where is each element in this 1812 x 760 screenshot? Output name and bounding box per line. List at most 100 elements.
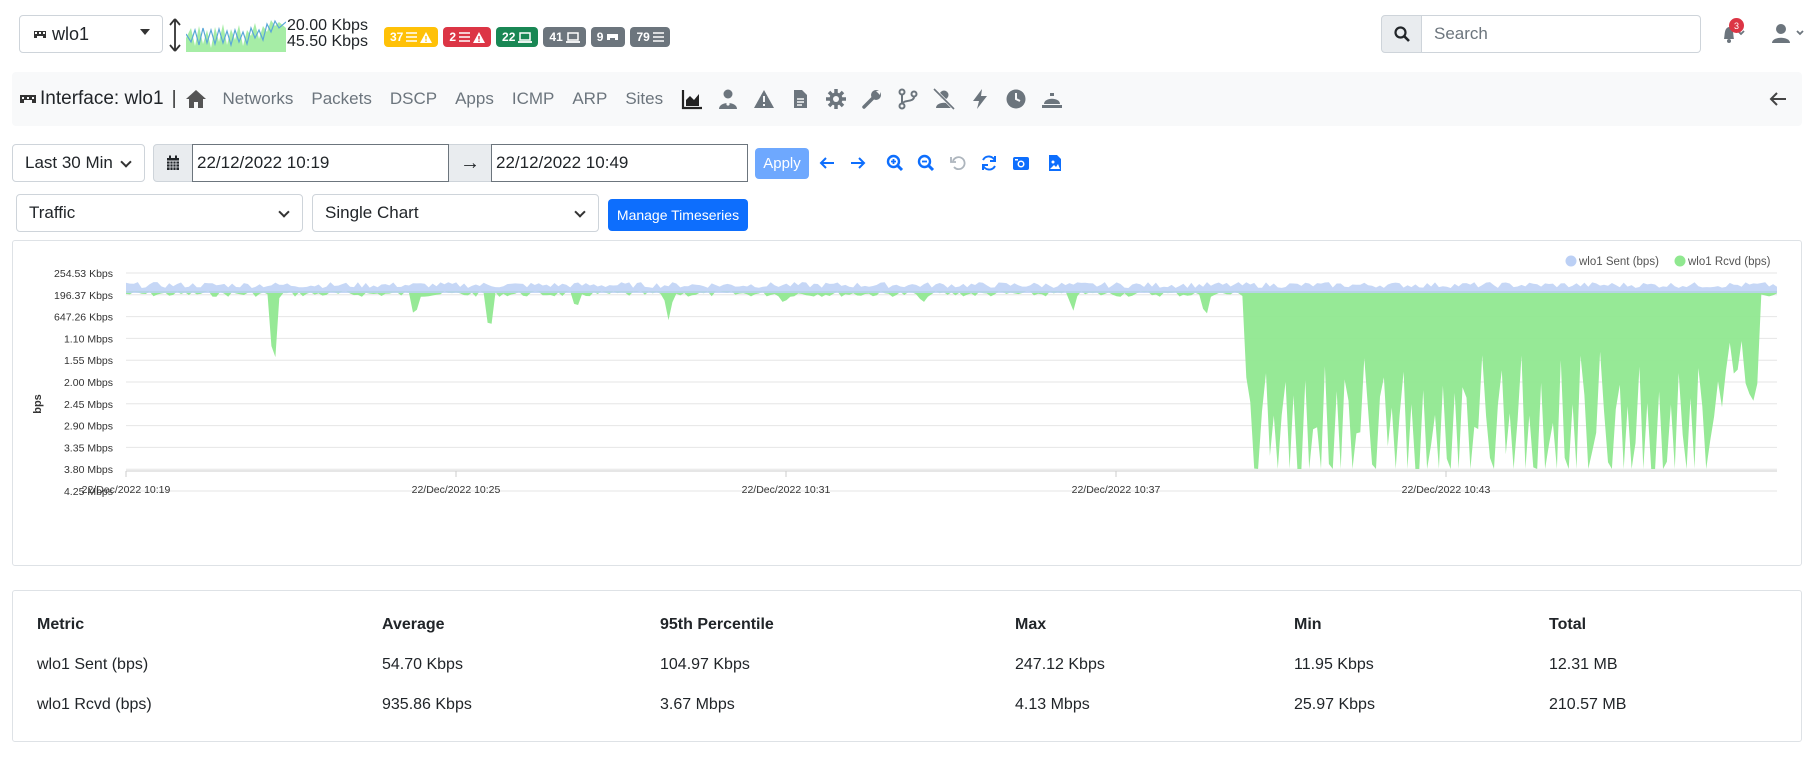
- error-alerts-badge[interactable]: 2: [443, 27, 492, 47]
- up-down-arrow-icon: [169, 18, 181, 52]
- warning-alerts-badge[interactable]: 37: [384, 27, 439, 47]
- zoom-out-icon[interactable]: [917, 154, 935, 172]
- nav-dscp[interactable]: DSCP: [390, 89, 437, 109]
- laptop-icon: [565, 31, 580, 43]
- y-tick-label: 1.55 Mbps: [64, 355, 113, 367]
- interface-select[interactable]: wlo1: [19, 15, 163, 53]
- interface-nav: Interface: wlo1 | Networks Packets DSCP …: [12, 72, 1802, 126]
- user-icon[interactable]: [1770, 22, 1806, 44]
- devices-badge[interactable]: 9: [590, 27, 626, 47]
- search-input[interactable]: [1422, 15, 1701, 53]
- chart-layout-select[interactable]: Single Chart: [312, 194, 599, 232]
- warning-icon[interactable]: [753, 88, 775, 110]
- calendar-icon: [167, 155, 179, 170]
- search-icon: [1393, 26, 1410, 42]
- rate-up: 20.00 Kbps: [287, 17, 368, 34]
- top-bar: wlo1 20.00 Kbps 45.50 Kbps 37 2 22 41 9 …: [0, 0, 1812, 70]
- manage-timeseries-button[interactable]: Manage Timeseries: [608, 199, 748, 231]
- start-date-input[interactable]: 22/12/2022 10:19: [192, 144, 449, 182]
- arrow-right-icon[interactable]: [849, 154, 867, 172]
- x-tick-label: 22/Dec/2022 10:37: [1072, 484, 1161, 496]
- range-arrow: →: [449, 144, 491, 182]
- user-slash-icon[interactable]: [933, 88, 956, 110]
- x-tick-label: 22/Dec/2022 10:25: [412, 484, 501, 496]
- user-doctor-icon[interactable]: [717, 88, 739, 110]
- zoom-in-icon[interactable]: [886, 154, 904, 172]
- nav-apps[interactable]: Apps: [455, 89, 494, 109]
- concierge-bell-icon[interactable]: [1041, 88, 1063, 110]
- warning-icon: [420, 31, 433, 43]
- col-average: Average: [382, 616, 445, 633]
- ethernet-icon: [20, 95, 36, 103]
- nav-sites[interactable]: Sites: [625, 89, 663, 109]
- y-tick-label: 254.53 Kbps: [54, 268, 113, 280]
- nav-icmp[interactable]: ICMP: [512, 89, 555, 109]
- y-tick-label: 2.90 Mbps: [64, 421, 113, 433]
- nav-separator: |: [171, 88, 177, 109]
- bolt-icon[interactable]: [969, 88, 991, 110]
- x-tick-label: 22/Dec/2022 10:31: [742, 484, 831, 496]
- col-total: Total: [1549, 616, 1587, 633]
- stats-table: Metric Average 95th Percentile Max Min T…: [35, 605, 1785, 725]
- chevron-down-icon: [120, 156, 132, 168]
- time-range-select[interactable]: Last 30 Min: [12, 144, 145, 182]
- search-button[interactable]: [1381, 15, 1422, 53]
- file-image-icon[interactable]: [1046, 154, 1064, 172]
- stats-panel: Metric Average 95th Percentile Max Min T…: [12, 590, 1802, 742]
- col-min: Min: [1294, 616, 1322, 633]
- y-tick-label: 2.00 Mbps: [64, 377, 113, 389]
- active-hosts-badge[interactable]: 22: [496, 27, 539, 47]
- rate-down: 45.50 Kbps: [287, 33, 368, 50]
- legend-label-sent[interactable]: wlo1 Sent (bps): [1578, 256, 1659, 268]
- stats-header-row: Metric Average 95th Percentile Max Min T…: [35, 605, 1785, 645]
- y-tick-label: 2.45 Mbps: [64, 399, 113, 411]
- list-icon: [406, 32, 418, 42]
- y-axis-label: bps: [32, 394, 44, 414]
- undo-icon[interactable]: [949, 154, 967, 172]
- ethernet-icon: [607, 34, 619, 40]
- chevron-down-icon: [278, 206, 290, 218]
- timeseries-select[interactable]: Traffic: [16, 194, 303, 232]
- nav-arp[interactable]: ARP: [572, 89, 607, 109]
- gear-icon[interactable]: [825, 88, 847, 110]
- nav-networks[interactable]: Networks: [223, 89, 294, 109]
- laptop-icon: [518, 31, 533, 43]
- legend-label-rcvd[interactable]: wlo1 Rcvd (bps): [1687, 256, 1771, 268]
- clock-icon[interactable]: [1005, 88, 1027, 110]
- table-row: wlo1 Sent (bps) 54.70 Kbps 104.97 Kbps 2…: [37, 656, 1618, 673]
- apply-button[interactable]: Apply: [755, 148, 809, 179]
- refresh-icon[interactable]: [980, 154, 998, 172]
- list-icon: [652, 32, 664, 42]
- notification-count-badge: 3: [1729, 18, 1744, 33]
- hosts-badge[interactable]: 41: [543, 27, 586, 47]
- nav-packets[interactable]: Packets: [311, 89, 371, 109]
- series-area-rcvd: [126, 291, 1777, 469]
- home-icon[interactable]: [185, 88, 207, 110]
- y-tick-label: 196.37 Kbps: [54, 290, 113, 302]
- alert-badges: 37 2 22 41 9 79: [384, 27, 670, 47]
- code-branch-icon[interactable]: [897, 88, 919, 110]
- flows-badge[interactable]: 79: [630, 27, 670, 47]
- rate-readout: 20.00 Kbps 45.50 Kbps: [287, 18, 368, 50]
- col-95th: 95th Percentile: [660, 616, 774, 633]
- warning-icon: [473, 31, 486, 43]
- area-chart-icon[interactable]: [681, 88, 703, 110]
- chart-legend: wlo1 Sent (bps) wlo1 Rcvd (bps): [1565, 255, 1771, 268]
- wrench-icon[interactable]: [861, 88, 883, 110]
- list-icon: [459, 32, 471, 42]
- page-title: Interface: wlo1: [19, 88, 164, 110]
- arrow-left-icon[interactable]: [818, 154, 836, 172]
- arrow-left-icon[interactable]: [1768, 89, 1788, 109]
- interface-name: wlo1: [52, 23, 90, 44]
- x-tick-label: 22/Dec/2022 10:19: [82, 484, 171, 496]
- series-area-sent: [126, 282, 1777, 293]
- camera-retro-icon[interactable]: [1012, 154, 1030, 172]
- file-icon[interactable]: [789, 88, 811, 110]
- traffic-chart: 254.53 Kbps 196.37 Kbps 647.26 Kbps 1.10 Mb…: [12, 240, 1802, 566]
- x-tick-label: 22/Dec/2022 10:43: [1402, 484, 1491, 496]
- col-max: Max: [1015, 616, 1047, 633]
- legend-marker-rcvd: [1674, 255, 1686, 267]
- calendar-button[interactable]: [153, 144, 193, 182]
- end-date-input[interactable]: 22/12/2022 10:49: [491, 144, 748, 182]
- y-tick-label: 647.26 Kbps: [54, 312, 113, 324]
